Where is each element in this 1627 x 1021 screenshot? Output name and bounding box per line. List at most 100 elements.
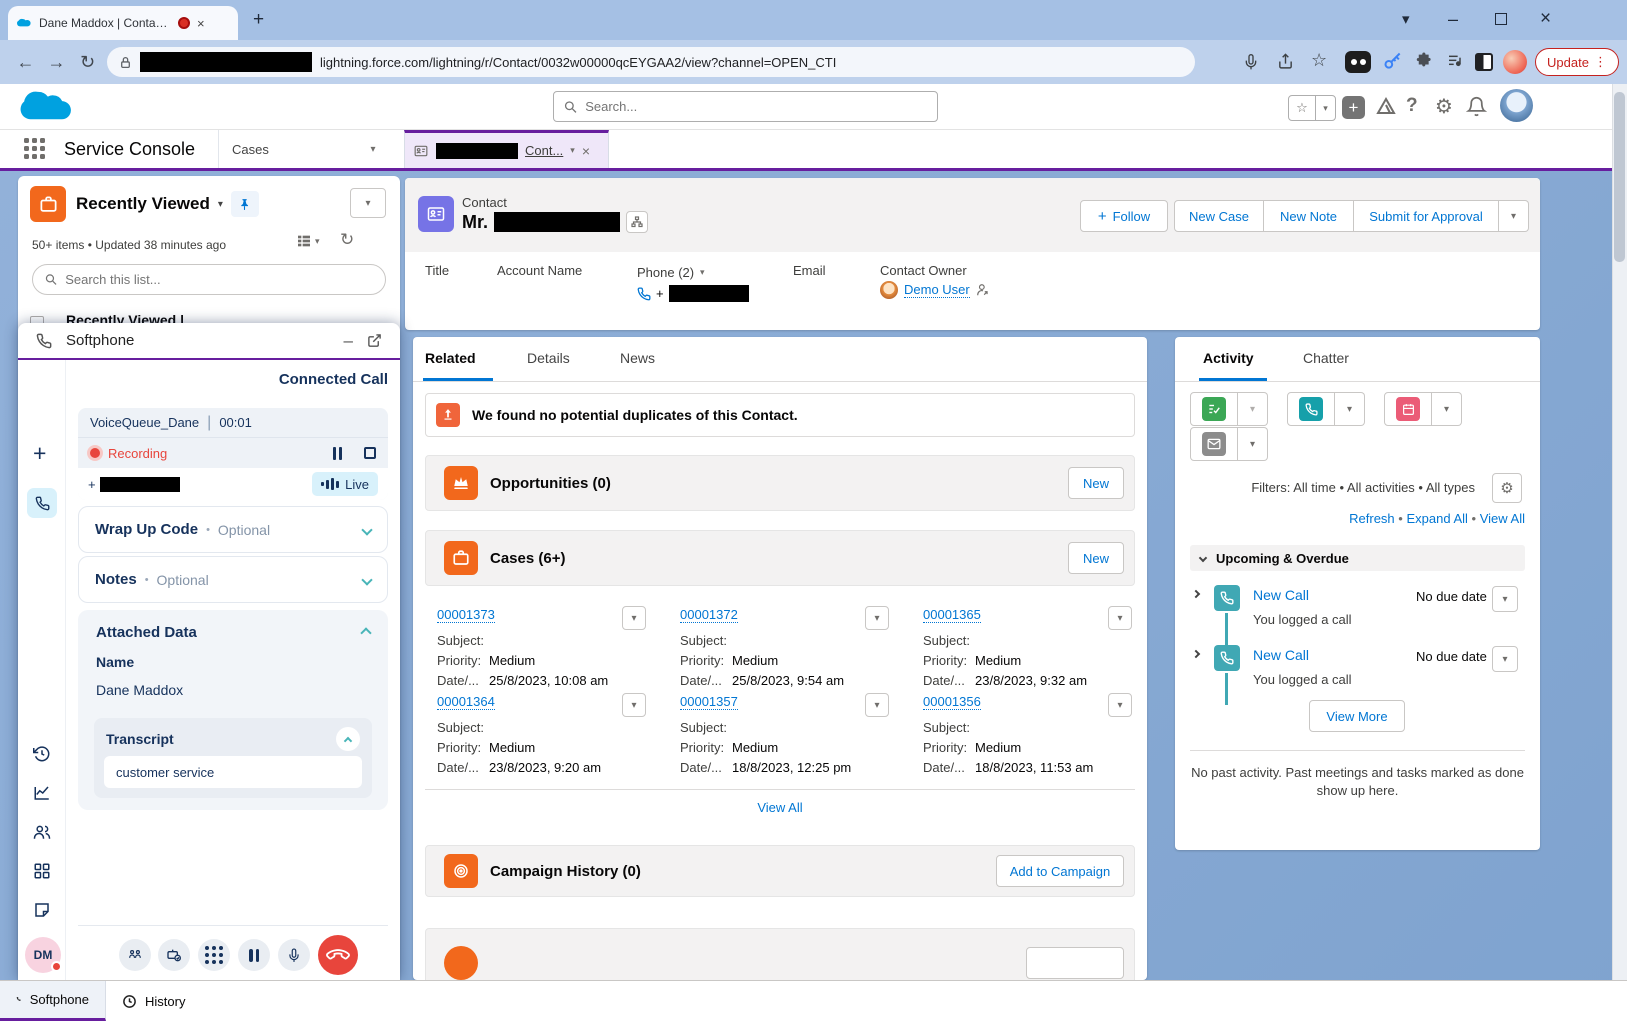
softphone-minimize-icon[interactable]: –: [344, 331, 353, 351]
new-tab-button[interactable]: +: [253, 10, 264, 29]
new-case-button[interactable]: New Case: [1174, 200, 1264, 232]
expand-item-chevron[interactable]: [1192, 650, 1200, 658]
case-number-link[interactable]: 00001373: [437, 607, 495, 623]
notes-icon[interactable]: [33, 901, 51, 919]
extension-dark-icon[interactable]: [1345, 51, 1371, 73]
list-view-chevron-icon[interactable]: ▾: [218, 199, 223, 210]
end-call-button[interactable]: [318, 935, 358, 975]
bookmark-star-icon[interactable]: ☆: [1311, 50, 1327, 71]
case-row-actions[interactable]: ▾: [865, 606, 889, 630]
case-row-actions[interactable]: ▾: [865, 693, 889, 717]
tab-details[interactable]: Details: [527, 350, 570, 366]
stats-chart-icon[interactable]: [33, 784, 51, 802]
list-search[interactable]: [32, 264, 386, 295]
task-dropdown[interactable]: ▾: [1238, 392, 1268, 426]
conference-button[interactable]: [119, 939, 151, 971]
nav-tab-cases[interactable]: Cases: [218, 130, 346, 168]
url-bar[interactable]: lightning.force.com/lightning/r/Contact/…: [107, 47, 1195, 77]
activity-item-actions[interactable]: ▾: [1492, 646, 1518, 672]
app-launcher-waffle-icon[interactable]: [24, 138, 45, 159]
rail-phone-active[interactable]: [27, 488, 57, 518]
window-maximize-icon[interactable]: [1495, 13, 1507, 25]
hierarchy-button[interactable]: [626, 211, 648, 233]
list-refresh-icon[interactable]: ↻: [340, 230, 354, 250]
submit-for-approval-button[interactable]: Submit for Approval: [1354, 200, 1499, 232]
activity-item-title[interactable]: New Call: [1253, 647, 1309, 663]
browser-tab[interactable]: Dane Maddox | Contact | Sal ×: [8, 6, 238, 40]
email-dropdown[interactable]: ▾: [1238, 427, 1268, 461]
add-to-campaign-button[interactable]: Add to Campaign: [996, 855, 1124, 887]
phone-value[interactable]: +: [637, 285, 749, 302]
log-call-button[interactable]: [1287, 392, 1335, 426]
partial-section-button[interactable]: [1026, 947, 1124, 979]
call-history-icon[interactable]: [33, 745, 51, 763]
mute-mic-button[interactable]: [278, 939, 310, 971]
window-chevron-icon[interactable]: ▾: [1402, 12, 1410, 27]
nav-tab-contact-active[interactable]: Cont... ▾ ×: [404, 130, 609, 168]
window-close-icon[interactable]: ×: [1540, 9, 1551, 28]
case-row-actions[interactable]: ▾: [1108, 606, 1132, 630]
back-icon[interactable]: ←: [10, 52, 41, 73]
nav-tab-cases-chevron[interactable]: ▾: [352, 130, 394, 168]
case-number-link[interactable]: 00001364: [437, 694, 495, 710]
notes-section[interactable]: Notes • Optional: [78, 556, 388, 603]
setup-gear-icon[interactable]: ⚙: [1435, 94, 1453, 119]
activity-filter-gear-button[interactable]: ⚙: [1492, 473, 1522, 503]
add-call-icon[interactable]: +: [33, 440, 46, 467]
contact-tab-close-icon[interactable]: ×: [582, 143, 590, 159]
extensions-puzzle-icon[interactable]: [1414, 51, 1433, 70]
attached-chevron-icon[interactable]: [360, 627, 371, 638]
global-search-input[interactable]: [585, 99, 927, 114]
expand-all-link[interactable]: Expand All: [1406, 511, 1467, 526]
cases-section-header[interactable]: Cases (6+) New: [425, 530, 1135, 586]
view-more-button[interactable]: View More: [1309, 700, 1405, 732]
more-actions-chevron[interactable]: ▾: [1499, 200, 1529, 232]
list-search-input[interactable]: [65, 272, 373, 287]
case-row-actions[interactable]: ▾: [622, 693, 646, 717]
call-dropdown[interactable]: ▾: [1335, 392, 1365, 426]
tab-news[interactable]: News: [620, 350, 655, 366]
refresh-link[interactable]: Refresh: [1349, 511, 1395, 526]
list-more-actions-button[interactable]: ▾: [350, 188, 386, 218]
tab-activity[interactable]: Activity: [1203, 350, 1254, 366]
utility-softphone-tab[interactable]: Softphone: [0, 981, 106, 1021]
utility-history-tab[interactable]: History: [106, 981, 226, 1021]
case-row-actions[interactable]: ▾: [622, 606, 646, 630]
case-row-actions[interactable]: ▾: [1108, 693, 1132, 717]
pause-recording-icon[interactable]: [333, 447, 342, 460]
phone-dropdown-icon[interactable]: ▾: [700, 267, 705, 278]
scrollbar-thumb[interactable]: [1614, 92, 1625, 262]
campaign-history-section[interactable]: Campaign History (0) Add to Campaign: [425, 845, 1135, 897]
case-number-link[interactable]: 00001372: [680, 607, 738, 623]
new-note-button[interactable]: New Note: [1264, 200, 1354, 232]
hold-button[interactable]: [238, 939, 270, 971]
upcoming-overdue-header[interactable]: Upcoming & Overdue: [1190, 545, 1525, 571]
notifications-bell-icon[interactable]: [1466, 96, 1487, 117]
favorites-group[interactable]: ☆ ▾: [1288, 95, 1336, 121]
tab-chatter[interactable]: Chatter: [1303, 350, 1349, 366]
follow-button[interactable]: +Follow: [1080, 200, 1168, 232]
display-as-button[interactable]: ▾: [296, 233, 320, 249]
case-number-link[interactable]: 00001357: [680, 694, 738, 710]
apps-grid-icon[interactable]: [33, 862, 51, 880]
transcript-collapse-button[interactable]: [336, 727, 360, 751]
activity-item-title[interactable]: New Call: [1253, 587, 1309, 603]
opportunities-section[interactable]: Opportunities (0) New: [425, 455, 1135, 511]
wrapup-section[interactable]: Wrap Up Code • Optional: [78, 506, 388, 553]
favorites-chevron-icon[interactable]: ▾: [1316, 96, 1335, 120]
case-number-link[interactable]: 00001356: [923, 694, 981, 710]
voice-search-mic-icon[interactable]: [1243, 52, 1259, 72]
change-owner-icon[interactable]: [976, 283, 990, 297]
share-icon[interactable]: [1277, 53, 1294, 70]
new-case-related-button[interactable]: New: [1068, 542, 1124, 574]
agent-avatar[interactable]: DM: [25, 937, 61, 973]
side-panel-icon[interactable]: [1475, 53, 1493, 71]
view-all-link[interactable]: View All: [1480, 511, 1525, 526]
tab-related[interactable]: Related: [425, 350, 476, 366]
contact-tab-chevron-icon[interactable]: ▾: [570, 145, 575, 156]
new-opportunity-button[interactable]: New: [1068, 467, 1124, 499]
window-minimize-icon[interactable]: –: [1448, 10, 1458, 28]
new-task-button[interactable]: [1190, 392, 1238, 426]
dialpad-button[interactable]: [198, 939, 230, 971]
case-number-link[interactable]: 00001365: [923, 607, 981, 623]
